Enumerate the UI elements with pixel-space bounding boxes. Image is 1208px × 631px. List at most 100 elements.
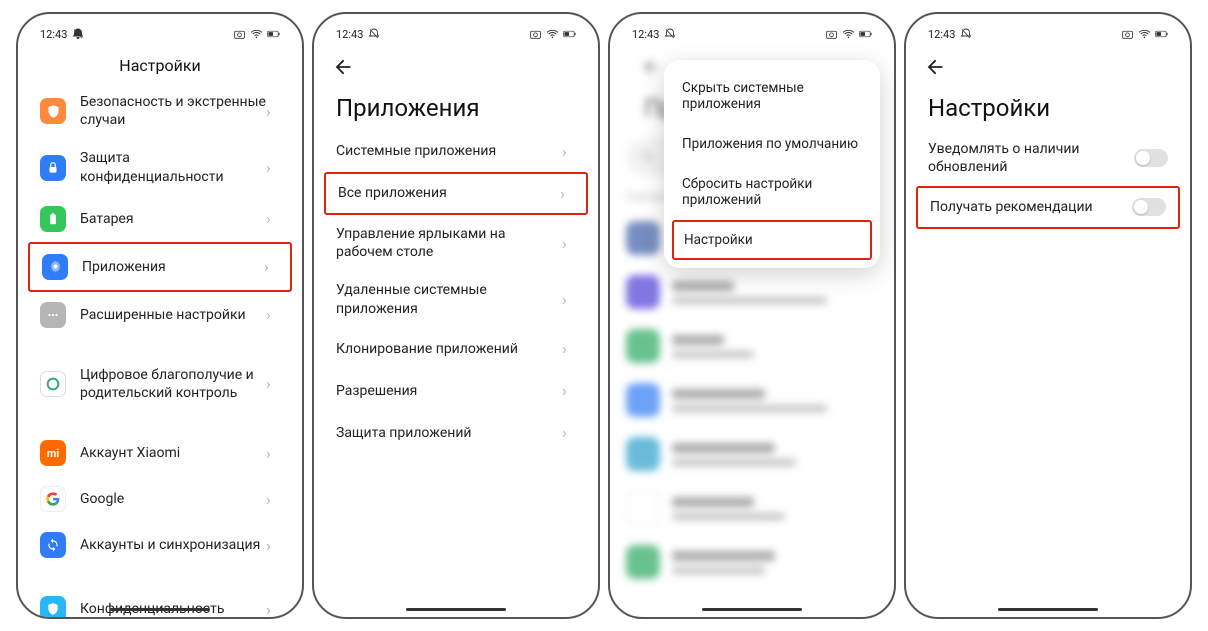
row-label: Аккаунт Xiaomi (80, 444, 266, 462)
status-time: 12:43 (336, 28, 363, 41)
row-privacy[interactable]: Защита конфиденциальности › (18, 139, 302, 195)
row-advanced[interactable]: Расширенные настройки › (18, 292, 302, 338)
statusbar: 12:43 (314, 20, 598, 48)
toggle-recs[interactable] (1132, 198, 1166, 216)
row-label: Удаленные системные приложения (336, 281, 562, 317)
status-time: 12:43 (928, 28, 955, 41)
dnd-icon (367, 28, 380, 41)
home-indicator[interactable] (702, 608, 802, 611)
row-security[interactable]: Безопасность и экстренные случаи › (18, 83, 302, 139)
chevron-right-icon: › (562, 423, 576, 442)
phone-apps-menu: 12:43 Пр Сортировка по имени приложения … (608, 12, 896, 619)
row-label: Системные приложения (336, 142, 562, 160)
row-google[interactable]: Google › (18, 476, 302, 522)
row-label: Уведомлять о наличии обновлений (928, 140, 1134, 176)
back-button[interactable] (314, 48, 598, 86)
chevron-right-icon: › (562, 381, 576, 400)
row-system-apps[interactable]: Системные приложения › (314, 130, 598, 172)
chevron-right-icon: › (264, 257, 278, 276)
chevron-right-icon: › (562, 339, 576, 358)
row-apps[interactable]: Приложения › (28, 242, 292, 292)
shield-icon (40, 98, 66, 124)
page-title: Настройки (18, 48, 302, 83)
privacy-icon (40, 596, 66, 619)
sync-icon (40, 532, 66, 558)
mi-icon: mi (40, 440, 66, 466)
phone-settings: 12:43 Настройки Безопасность и экстренны… (16, 12, 304, 619)
row-label: Разрешения (336, 382, 562, 400)
battery-icon (1155, 28, 1168, 41)
battery-icon (859, 28, 872, 41)
chevron-right-icon: › (562, 290, 576, 309)
row-label: Батарея (80, 210, 266, 228)
overflow-menu: Скрыть системные приложения Приложения п… (664, 60, 880, 268)
status-time: 12:43 (632, 28, 659, 41)
row-clone-apps[interactable]: Клонирование приложений › (314, 328, 598, 370)
camera-icon (825, 28, 838, 41)
camera-icon (529, 28, 542, 41)
row-accounts[interactable]: Аккаунты и синхронизация › (18, 522, 302, 568)
home-indicator[interactable] (110, 608, 210, 611)
google-icon (40, 486, 66, 512)
home-indicator[interactable] (998, 608, 1098, 611)
menu-hide-system[interactable]: Скрыть системные приложения (664, 68, 880, 124)
menu-default-apps[interactable]: Приложения по умолчанию (664, 124, 880, 164)
lock-icon (40, 155, 66, 181)
status-time: 12:43 (40, 28, 67, 41)
page-title: Приложения (314, 86, 598, 130)
page-title: Настройки (906, 86, 1190, 130)
chevron-right-icon: › (266, 102, 280, 121)
chevron-right-icon: › (266, 374, 280, 393)
row-xiaomi[interactable]: mi Аккаунт Xiaomi › (18, 430, 302, 476)
chevron-right-icon: › (266, 536, 280, 555)
row-confidential[interactable]: Конфиденциальность › (18, 586, 302, 619)
dnd-icon (663, 28, 676, 41)
row-label: Цифровое благополучие и родительский кон… (80, 366, 266, 402)
row-app-protect[interactable]: Защита приложений › (314, 412, 598, 454)
chevron-right-icon: › (562, 234, 576, 253)
row-label: Управление ярлыками на рабочем столе (336, 225, 562, 261)
back-button[interactable] (906, 48, 1190, 86)
camera-icon (1121, 28, 1134, 41)
row-label: Google (80, 490, 266, 508)
row-battery[interactable]: Батарея › (18, 196, 302, 242)
battery-row-icon (40, 206, 66, 232)
chevron-right-icon: › (266, 600, 280, 619)
row-label: Защита конфиденциальности (80, 149, 266, 185)
row-launcher-shortcuts[interactable]: Управление ярлыками на рабочем столе › (314, 215, 598, 271)
row-deleted-system[interactable]: Удаленные системные приложения › (314, 271, 598, 327)
wifi-icon (546, 28, 559, 41)
camera-icon (233, 28, 246, 41)
statusbar: 12:43 (906, 20, 1190, 48)
chevron-right-icon: › (562, 142, 576, 161)
row-label: Получать рекомендации (930, 198, 1132, 216)
chevron-right-icon: › (266, 209, 280, 228)
wellbeing-icon (40, 371, 66, 397)
dnd-icon (959, 28, 972, 41)
phone-app-settings: 12:43 Настройки Уведомлять о наличии обн… (904, 12, 1192, 619)
row-permissions[interactable]: Разрешения › (314, 370, 598, 412)
home-indicator[interactable] (406, 608, 506, 611)
toggle-notify[interactable] (1134, 149, 1168, 167)
row-notify-updates[interactable]: Уведомлять о наличии обновлений (906, 130, 1190, 186)
wifi-icon (1138, 28, 1151, 41)
chevron-right-icon: › (266, 305, 280, 324)
row-label: Расширенные настройки (80, 306, 266, 324)
statusbar: 12:43 (610, 20, 894, 48)
chevron-right-icon: › (266, 490, 280, 509)
wifi-icon (250, 28, 263, 41)
row-label: Все приложения (338, 184, 560, 202)
row-recommendations[interactable]: Получать рекомендации (916, 186, 1180, 228)
row-all-apps[interactable]: Все приложения › (324, 172, 588, 215)
wifi-icon (842, 28, 855, 41)
dots-icon (40, 302, 66, 328)
battery-icon (563, 28, 576, 41)
chevron-right-icon: › (560, 184, 574, 203)
row-wellbeing[interactable]: Цифровое благополучие и родительский кон… (18, 356, 302, 412)
menu-settings[interactable]: Настройки (672, 220, 872, 260)
phone-apps: 12:43 Приложения Системные приложения › … (312, 12, 600, 619)
menu-reset-prefs[interactable]: Сбросить настройки приложений (664, 164, 880, 220)
row-label: Безопасность и экстренные случаи (80, 93, 266, 129)
statusbar: 12:43 (18, 20, 302, 48)
chevron-right-icon: › (266, 158, 280, 177)
